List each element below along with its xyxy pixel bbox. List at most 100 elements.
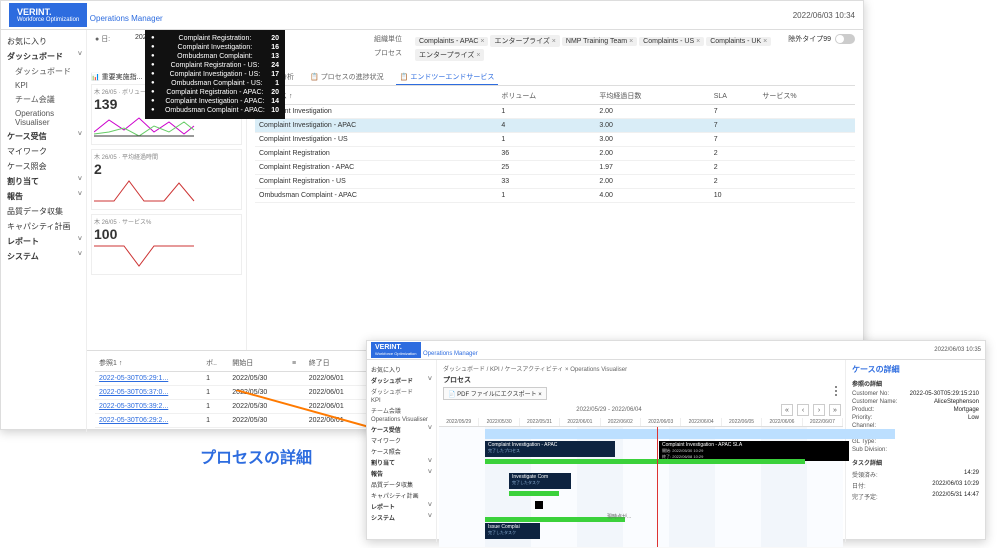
sidebar-item-case-receive[interactable]: ケース受信 (1, 129, 86, 144)
table-row[interactable]: Complaint Investigation - APAC43.007 (255, 119, 855, 133)
process-heading: プロセス (439, 375, 843, 385)
table-row[interactable]: Complaint Investigation12.007 (255, 105, 855, 119)
sidebar-item[interactable]: 品質データ収集 (367, 479, 436, 490)
filter-chip[interactable]: Complaints - US (639, 37, 704, 46)
filter-chip[interactable]: エンタープライズ (415, 49, 484, 61)
filter-chip[interactable]: NMP Training Team (562, 37, 637, 46)
tab-progress[interactable]: 📋 プロセスの進捗状況 (306, 70, 388, 85)
sidebar-item[interactable]: システム (367, 512, 436, 523)
sidebar-item-kpi[interactable]: KPI (1, 79, 86, 92)
sidebar-item-report-grp[interactable]: 報告 (1, 189, 86, 204)
table-row[interactable]: Complaint Registration - APAC251.972 (255, 161, 855, 175)
column-header[interactable]: サービス% (758, 88, 855, 105)
table-row[interactable]: Complaint Registration362.002 (255, 147, 855, 161)
gantt-bar-sla[interactable]: Complaint Investigation - APAC SLA開始: 20… (659, 441, 849, 461)
column-header[interactable]: 終了日 (305, 355, 365, 372)
sidebar-item-favorites[interactable]: お気に入り (1, 34, 86, 49)
gantt-prev-week-button[interactable]: « (781, 404, 793, 416)
detail-row: Priority:Low (852, 414, 979, 422)
tooltip-row: Complaint Registration - US:24 (151, 61, 279, 70)
table-row[interactable]: Complaint Investigation - US13.007 (255, 133, 855, 147)
table-row[interactable]: Ombudsman Complaint - APAC14.0010 (255, 189, 855, 203)
gantt-date-cell: 2022/06/04 (681, 418, 721, 426)
gantt-prev-day-button[interactable]: ‹ (797, 404, 809, 416)
exclude-label: 除外タイプ99 (788, 34, 831, 44)
filter-chip[interactable]: エンタープライズ (490, 35, 559, 47)
gantt-body[interactable]: Complaint Investigation - APAC完了したプロセス C… (439, 427, 843, 547)
mini-chart-service: 木 26/05 · サービス% 100 (91, 214, 242, 275)
reference-link[interactable]: 2022-05-30T05:37:0... (95, 386, 202, 400)
sidebar-item-ops-visualiser[interactable]: Operations Visualiser (1, 107, 86, 129)
filter-chip[interactable]: Complaints - APAC (415, 37, 488, 46)
now-label: 現時点が... (607, 513, 631, 520)
date-label: ● 日: (95, 34, 131, 44)
table-row[interactable]: Complaint Registration - US332.002 (255, 175, 855, 189)
sidebar-item-dashboard[interactable]: ダッシュボード (1, 64, 86, 79)
sidebar-item-capacity[interactable]: キャパシティ計画 (1, 219, 86, 234)
sidebar-item[interactable]: 割り当て (367, 457, 436, 468)
column-header[interactable]: 開始日 (228, 355, 288, 372)
column-header[interactable]: 参照1 ↑ (95, 355, 202, 372)
sidebar-item[interactable]: KPI (367, 397, 436, 405)
gantt-date-cell: 2022/05/30 (479, 418, 519, 426)
detail-window: VERINT.Workforce Optimization Operations… (366, 340, 986, 540)
kebab-menu-icon[interactable] (831, 386, 841, 400)
reference-link[interactable]: 2022-05-30T05:39:2... (95, 400, 202, 414)
gantt-date-cell: 2022/05/29 (439, 418, 479, 426)
sidebar-item-reports[interactable]: レポート (1, 234, 86, 249)
column-header[interactable]: ボ.. (202, 355, 228, 372)
sidebar-item-dashboard-group[interactable]: ダッシュボード (1, 49, 86, 64)
gantt-next-day-button[interactable]: › (813, 404, 825, 416)
gantt-bar-green-2[interactable] (509, 491, 559, 496)
sidebar-item[interactable]: ダッシュボード (367, 375, 436, 386)
tooltip-popup: Complaint Registration:20Complaint Inves… (145, 30, 285, 119)
exclude-toggle[interactable] (835, 34, 855, 44)
gantt-bar-investigation-apac[interactable]: Complaint Investigation - APAC完了したプロセス (485, 441, 615, 457)
detail-row: 日付:2022/06/03 10:29 (852, 480, 979, 491)
filter-chip[interactable]: Complaints - UK (706, 37, 771, 46)
sidebar-item-quality[interactable]: 品質データ収集 (1, 204, 86, 219)
gantt-date-cell: 2022/06/01 (560, 418, 600, 426)
sidebar-item[interactable]: Operations Visualiser (367, 416, 436, 424)
sidebar-item-mywork[interactable]: マイワーク (1, 144, 86, 159)
gantt-bar-green-3[interactable] (485, 517, 625, 522)
tab-e2e[interactable]: 📋 エンドツーエンドサービス (396, 70, 499, 85)
column-header[interactable]: プロセス ↑ (255, 88, 497, 105)
breadcrumb[interactable]: ダッシュボード / KPI / ケースアクティビティ × Operations … (439, 362, 843, 375)
date-range: 2022/05/29 - 2022/06/04 (439, 407, 779, 413)
gantt-date-cell: 2022/06/06 (762, 418, 802, 426)
reference-link[interactable]: 2022-05-30T06:29:2... (95, 414, 202, 428)
column-header[interactable]: ≡ (288, 355, 305, 372)
column-header[interactable]: ボリューム (497, 88, 595, 105)
sidebar-item-system[interactable]: システム (1, 249, 86, 264)
sidebar-small: お気に入りダッシュボードダッシュボードKPIチーム会議Operations Vi… (367, 360, 437, 542)
gantt-next-week-button[interactable]: » (829, 404, 841, 416)
grid-area: 週期間分析 📋 プロセスの進捗状況 📋 エンドツーエンドサービス プロセス ↑ボ… (247, 66, 863, 350)
sidebar-item-assign[interactable]: 割り当て (1, 174, 86, 189)
gantt-bar-investigate[interactable]: Investigate Com完了したタスク (509, 473, 571, 489)
sidebar-item[interactable]: レポート (367, 501, 436, 512)
gantt-bar-green-1[interactable] (485, 459, 805, 464)
sidebar-item-team-meeting[interactable]: チーム会議 (1, 92, 86, 107)
sidebar-item[interactable]: キャパシティ計画 (367, 490, 436, 501)
sidebar-item-case-lookup[interactable]: ケース照会 (1, 159, 86, 174)
column-header[interactable]: 平均経過日数 (595, 88, 709, 105)
case-detail-panel: ケースの詳細 参照の詳細 Customer No:2022-05-30T05:2… (845, 360, 985, 542)
process-table: プロセス ↑ボリューム平均経過日数SLAサービス% Complaint Inve… (255, 88, 855, 203)
sidebar-item[interactable]: ダッシュボード (367, 386, 436, 397)
export-pdf-button[interactable]: 📄 PDF ファイルにエクスポート × (443, 387, 547, 400)
detail-row: Customer No:2022-05-30T05:29:15:210 (852, 390, 979, 398)
gantt-bar-process-span[interactable] (485, 429, 895, 439)
sidebar-item[interactable]: 報告 (367, 468, 436, 479)
gantt-milestone[interactable] (535, 501, 543, 509)
sidebar-item[interactable]: お気に入り (367, 364, 436, 375)
gantt-bar-issue[interactable]: Issue Complai完了したタスク (485, 523, 540, 539)
column-header[interactable]: SLA (710, 88, 759, 105)
sidebar-item[interactable]: ケース受信 (367, 424, 436, 435)
sidebar-item[interactable]: チーム会議 (367, 405, 436, 416)
reference-link[interactable]: 2022-05-30T05:29:1... (95, 372, 202, 386)
clock: 2022/06/03 10:34 (793, 11, 855, 20)
org-label: 組織単位 (374, 34, 410, 44)
sidebar-item[interactable]: マイワーク (367, 435, 436, 446)
sidebar-item[interactable]: ケース照会 (367, 446, 436, 457)
